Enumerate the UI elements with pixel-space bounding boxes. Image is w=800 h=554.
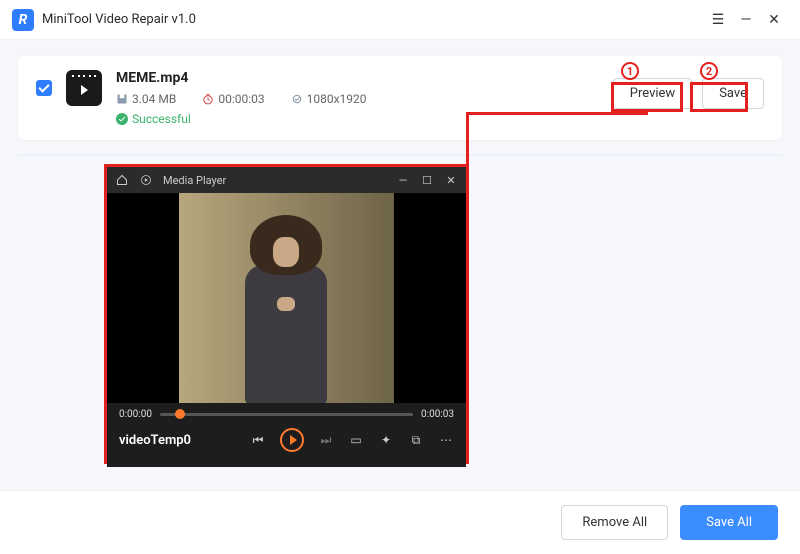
annotation-badge-1: 1 xyxy=(621,62,639,80)
file-name: MEME.mp4 xyxy=(116,70,599,86)
file-checkbox[interactable] xyxy=(36,80,52,96)
file-resolution: 1080x1920 xyxy=(291,92,367,106)
more-icon[interactable]: ⋯ xyxy=(438,433,454,447)
titlebar: R MiniTool Video Repair v1.0 ☰ — ✕ xyxy=(0,0,800,40)
annotation-box-preview xyxy=(611,82,683,112)
player-controls: 0:00:00 0:00:03 videoTemp0 ⏮ ⏭ ▭ ✦ ⧉ ⋯ xyxy=(107,403,466,467)
app-title: MiniTool Video Repair v1.0 xyxy=(42,12,196,27)
play-glyph-icon xyxy=(139,173,153,187)
disk-icon xyxy=(116,93,128,105)
seek-bar[interactable] xyxy=(160,413,413,416)
video-name: videoTemp0 xyxy=(119,433,191,448)
minimize-icon[interactable]: — xyxy=(732,6,760,34)
success-icon xyxy=(116,113,128,125)
file-duration: 00:00:03 xyxy=(202,92,264,106)
divider xyxy=(18,154,782,156)
player-titlebar: Media Player — ☐ ✕ xyxy=(107,167,466,193)
prev-icon[interactable]: ⏮ xyxy=(250,433,266,448)
player-maximize-icon[interactable]: ☐ xyxy=(420,173,434,187)
player-minimize-icon[interactable]: — xyxy=(396,173,410,187)
video-file-icon xyxy=(66,70,102,106)
clock-icon xyxy=(202,93,214,105)
video-frame[interactable] xyxy=(107,193,466,403)
annotation-box-save xyxy=(690,82,748,112)
time-elapsed: 0:00:00 xyxy=(119,409,152,420)
home-icon[interactable] xyxy=(115,173,129,187)
time-total: 0:00:03 xyxy=(421,409,454,420)
resolution-icon xyxy=(291,93,303,105)
play-button[interactable] xyxy=(280,428,304,452)
settings-icon[interactable]: ✦ xyxy=(378,433,394,447)
aspect-icon[interactable]: ▭ xyxy=(348,433,364,447)
player-title: Media Player xyxy=(163,174,226,187)
media-player-window: Media Player — ☐ ✕ 0:00:00 0:00:03 video… xyxy=(104,164,469,464)
player-close-icon[interactable]: ✕ xyxy=(444,173,458,187)
pip-icon[interactable]: ⧉ xyxy=(408,433,424,448)
next-icon[interactable]: ⏭ xyxy=(318,433,334,448)
file-size: 3.04 MB xyxy=(116,92,176,106)
menu-icon[interactable]: ☰ xyxy=(704,6,732,34)
app-logo: R xyxy=(12,9,34,31)
bottom-bar: Remove All Save All xyxy=(0,490,800,554)
close-icon[interactable]: ✕ xyxy=(760,6,788,34)
annotation-connector-h xyxy=(466,112,648,115)
annotation-connector-v xyxy=(466,112,469,167)
save-all-button[interactable]: Save All xyxy=(680,505,778,540)
remove-all-button[interactable]: Remove All xyxy=(561,505,668,540)
annotation-badge-2: 2 xyxy=(700,62,718,80)
